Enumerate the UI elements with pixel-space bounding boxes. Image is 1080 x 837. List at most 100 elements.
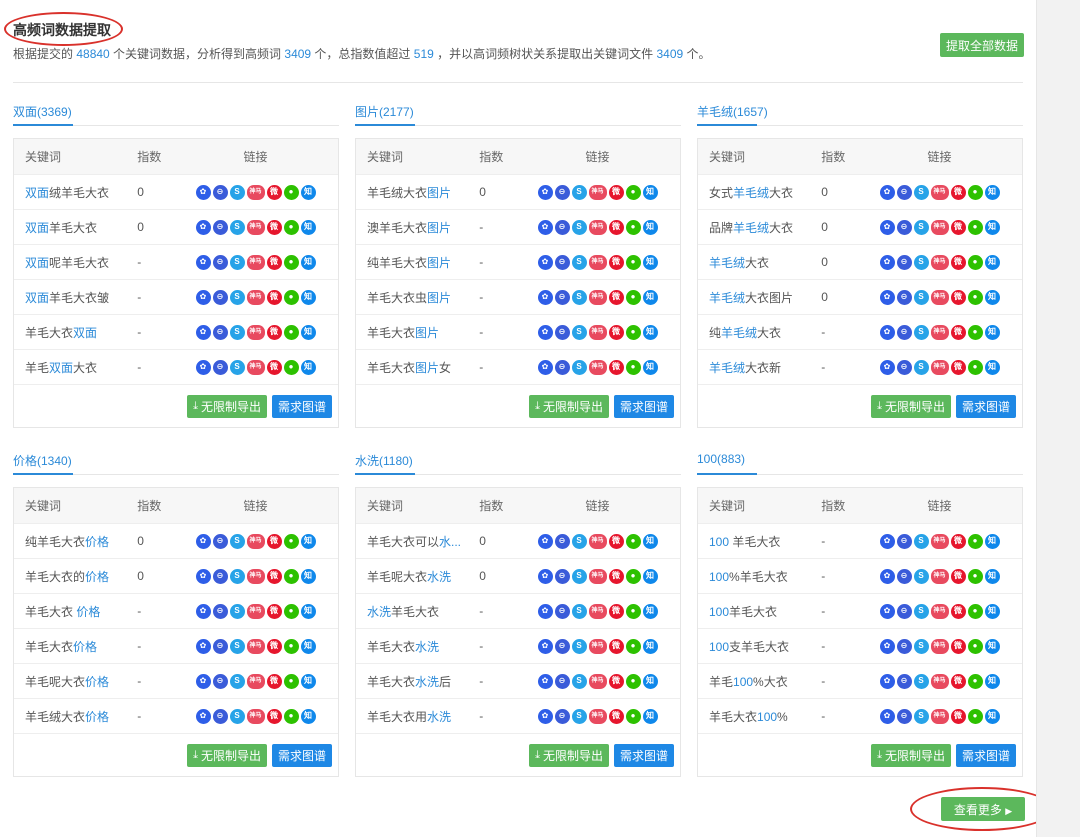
zhihu-icon[interactable]: 知: [642, 184, 658, 200]
keyword-cell[interactable]: 100支羊毛大衣: [698, 638, 817, 655]
group-tab[interactable]: 羊毛绒(1657): [697, 94, 1023, 126]
so360-icon[interactable]: ⊖: [212, 184, 228, 200]
wechat-icon[interactable]: ●: [967, 254, 983, 270]
weibo-icon[interactable]: 微: [266, 324, 282, 340]
demand-graph-button[interactable]: 需求图谱: [955, 394, 1016, 418]
baidu-paw-icon[interactable]: ✿: [879, 638, 895, 654]
keyword-cell[interactable]: 100 羊毛大衣: [698, 533, 817, 550]
so360-icon[interactable]: ⊖: [554, 568, 570, 584]
sogou-icon[interactable]: S: [229, 219, 245, 235]
baidu-paw-icon[interactable]: ✿: [879, 219, 895, 235]
so360-icon[interactable]: ⊖: [554, 359, 570, 375]
baidu-paw-icon[interactable]: ✿: [195, 254, 211, 270]
baidu-paw-icon[interactable]: ✿: [879, 708, 895, 724]
sogou-icon[interactable]: S: [571, 568, 587, 584]
wechat-icon[interactable]: ●: [283, 638, 299, 654]
sogou-icon[interactable]: S: [571, 254, 587, 270]
so360-icon[interactable]: ⊖: [554, 219, 570, 235]
zhihu-icon[interactable]: 知: [642, 219, 658, 235]
group-tab[interactable]: 100(883): [697, 443, 1023, 475]
group-tab[interactable]: 双面(3369): [13, 94, 339, 126]
weibo-icon[interactable]: 微: [608, 568, 624, 584]
sogou-icon[interactable]: S: [229, 568, 245, 584]
shenma-icon[interactable]: 神马: [930, 708, 949, 724]
group-tab[interactable]: 图片(2177): [355, 94, 681, 126]
shenma-icon[interactable]: 神马: [246, 359, 265, 375]
shenma-icon[interactable]: 神马: [246, 673, 265, 689]
weibo-icon[interactable]: 微: [266, 289, 282, 305]
wechat-icon[interactable]: ●: [967, 673, 983, 689]
so360-icon[interactable]: ⊖: [896, 184, 912, 200]
keyword-cell[interactable]: 100羊毛大衣: [698, 603, 817, 620]
baidu-paw-icon[interactable]: ✿: [879, 673, 895, 689]
so360-icon[interactable]: ⊖: [554, 638, 570, 654]
weibo-icon[interactable]: 微: [266, 184, 282, 200]
wechat-icon[interactable]: ●: [283, 219, 299, 235]
keyword-cell[interactable]: 羊毛绒大衣图片: [698, 289, 817, 306]
sogou-icon[interactable]: S: [229, 184, 245, 200]
shenma-icon[interactable]: 神马: [588, 673, 607, 689]
wechat-icon[interactable]: ●: [967, 568, 983, 584]
sogou-icon[interactable]: S: [913, 673, 929, 689]
baidu-paw-icon[interactable]: ✿: [195, 673, 211, 689]
keyword-cell[interactable]: 羊毛绒大衣新: [698, 359, 817, 376]
zhihu-icon[interactable]: 知: [984, 568, 1000, 584]
keyword-cell[interactable]: 羊毛大衣可以水...: [356, 533, 475, 550]
wechat-icon[interactable]: ●: [283, 184, 299, 200]
wechat-icon[interactable]: ●: [967, 219, 983, 235]
so360-icon[interactable]: ⊖: [212, 708, 228, 724]
so360-icon[interactable]: ⊖: [554, 289, 570, 305]
keyword-cell[interactable]: 双面绒羊毛大衣: [14, 184, 133, 201]
weibo-icon[interactable]: 微: [608, 533, 624, 549]
so360-icon[interactable]: ⊖: [554, 184, 570, 200]
weibo-icon[interactable]: 微: [950, 219, 966, 235]
so360-icon[interactable]: ⊖: [896, 638, 912, 654]
keyword-cell[interactable]: 羊毛大衣用水洗: [356, 708, 475, 725]
baidu-paw-icon[interactable]: ✿: [195, 708, 211, 724]
so360-icon[interactable]: ⊖: [212, 673, 228, 689]
weibo-icon[interactable]: 微: [608, 324, 624, 340]
unlimited-export-button[interactable]: ⤓ 无限制导出: [871, 743, 951, 767]
wechat-icon[interactable]: ●: [967, 533, 983, 549]
sogou-icon[interactable]: S: [571, 219, 587, 235]
so360-icon[interactable]: ⊖: [896, 254, 912, 270]
unlimited-export-button[interactable]: ⤓ 无限制导出: [871, 394, 951, 418]
baidu-paw-icon[interactable]: ✿: [537, 289, 553, 305]
keyword-cell[interactable]: 羊毛大衣图片: [356, 324, 475, 341]
shenma-icon[interactable]: 神马: [930, 359, 949, 375]
so360-icon[interactable]: ⊖: [554, 708, 570, 724]
so360-icon[interactable]: ⊖: [212, 254, 228, 270]
so360-icon[interactable]: ⊖: [896, 359, 912, 375]
baidu-paw-icon[interactable]: ✿: [537, 603, 553, 619]
shenma-icon[interactable]: 神马: [588, 638, 607, 654]
shenma-icon[interactable]: 神马: [588, 359, 607, 375]
sogou-icon[interactable]: S: [913, 638, 929, 654]
zhihu-icon[interactable]: 知: [984, 359, 1000, 375]
baidu-paw-icon[interactable]: ✿: [537, 638, 553, 654]
zhihu-icon[interactable]: 知: [984, 219, 1000, 235]
sogou-icon[interactable]: S: [571, 708, 587, 724]
wechat-icon[interactable]: ●: [967, 603, 983, 619]
shenma-icon[interactable]: 神马: [246, 324, 265, 340]
so360-icon[interactable]: ⊖: [896, 533, 912, 549]
shenma-icon[interactable]: 神马: [246, 708, 265, 724]
baidu-paw-icon[interactable]: ✿: [537, 324, 553, 340]
weibo-icon[interactable]: 微: [950, 638, 966, 654]
shenma-icon[interactable]: 神马: [246, 638, 265, 654]
keyword-cell[interactable]: 羊毛大衣图片女: [356, 359, 475, 376]
zhihu-icon[interactable]: 知: [642, 324, 658, 340]
keyword-cell[interactable]: 羊毛呢大衣价格: [14, 673, 133, 690]
weibo-icon[interactable]: 微: [608, 673, 624, 689]
keyword-cell[interactable]: 品牌羊毛绒大衣: [698, 219, 817, 236]
zhihu-icon[interactable]: 知: [300, 359, 316, 375]
zhihu-icon[interactable]: 知: [300, 254, 316, 270]
so360-icon[interactable]: ⊖: [554, 533, 570, 549]
group-tab-label[interactable]: 图片(2177): [355, 103, 414, 120]
group-tab-label[interactable]: 双面(3369): [13, 103, 72, 120]
wechat-icon[interactable]: ●: [967, 359, 983, 375]
sogou-icon[interactable]: S: [229, 603, 245, 619]
so360-icon[interactable]: ⊖: [212, 533, 228, 549]
shenma-icon[interactable]: 神马: [246, 184, 265, 200]
zhihu-icon[interactable]: 知: [642, 673, 658, 689]
so360-icon[interactable]: ⊖: [896, 708, 912, 724]
